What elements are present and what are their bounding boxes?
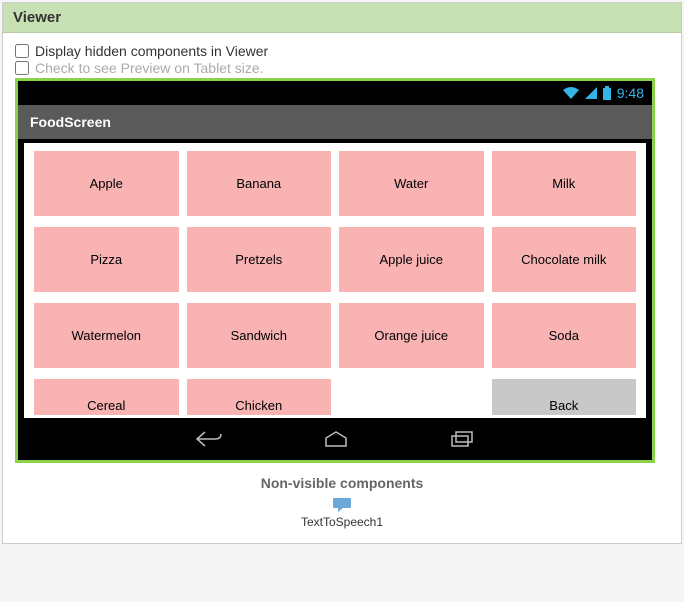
android-nav-bar [18,422,652,460]
food-button-apple[interactable]: Apple [34,151,179,216]
food-button-watermelon[interactable]: Watermelon [34,303,179,368]
food-button-water[interactable]: Water [339,151,484,216]
nav-home-icon[interactable] [323,430,349,453]
status-bar: 9:48 [18,81,652,105]
signal-icon [585,87,597,99]
viewer-panel: Viewer Display hidden components in View… [2,2,682,544]
status-time: 9:48 [617,85,644,101]
tablet-preview-label: Check to see Preview on Tablet size. [35,60,264,76]
nonvisible-item-label: TextToSpeech1 [301,515,383,529]
tablet-preview-row[interactable]: Check to see Preview on Tablet size. [15,60,669,76]
food-button-apple-juice[interactable]: Apple juice [339,227,484,292]
device-frame: 9:48 FoodScreen Apple Banana Water Milk … [15,78,655,463]
nav-recent-icon[interactable] [449,430,475,453]
display-hidden-checkbox[interactable] [15,44,29,58]
back-button[interactable]: Back [492,379,637,415]
food-button-banana[interactable]: Banana [187,151,332,216]
food-button-chicken[interactable]: Chicken [187,379,332,415]
app-title: FoodScreen [30,114,111,130]
tablet-preview-checkbox[interactable] [15,61,29,75]
battery-icon [603,86,611,100]
food-button-chocolate-milk[interactable]: Chocolate milk [492,227,637,292]
food-button-pretzels[interactable]: Pretzels [187,227,332,292]
food-button-soda[interactable]: Soda [492,303,637,368]
nonvisible-title: Non-visible components [15,475,669,491]
panel-body: Display hidden components in Viewer Chec… [3,33,681,543]
speech-bubble-icon [332,497,352,513]
app-content: Apple Banana Water Milk Pizza Pretzels A… [22,141,648,420]
nav-back-icon[interactable] [195,430,223,453]
panel-title: Viewer [3,3,681,33]
grid-spacer [339,379,484,415]
food-grid: Apple Banana Water Milk Pizza Pretzels A… [34,151,636,418]
wifi-icon [563,87,579,99]
app-bar: FoodScreen [18,105,652,139]
food-button-pizza[interactable]: Pizza [34,227,179,292]
food-button-milk[interactable]: Milk [492,151,637,216]
food-button-cereal[interactable]: Cereal [34,379,179,415]
food-button-sandwich[interactable]: Sandwich [187,303,332,368]
nonvisible-item-tts[interactable]: TextToSpeech1 [301,497,383,529]
nonvisible-section: Non-visible components TextToSpeech1 [15,475,669,529]
food-button-orange-juice[interactable]: Orange juice [339,303,484,368]
display-hidden-row[interactable]: Display hidden components in Viewer [15,43,669,59]
display-hidden-label: Display hidden components in Viewer [35,43,268,59]
